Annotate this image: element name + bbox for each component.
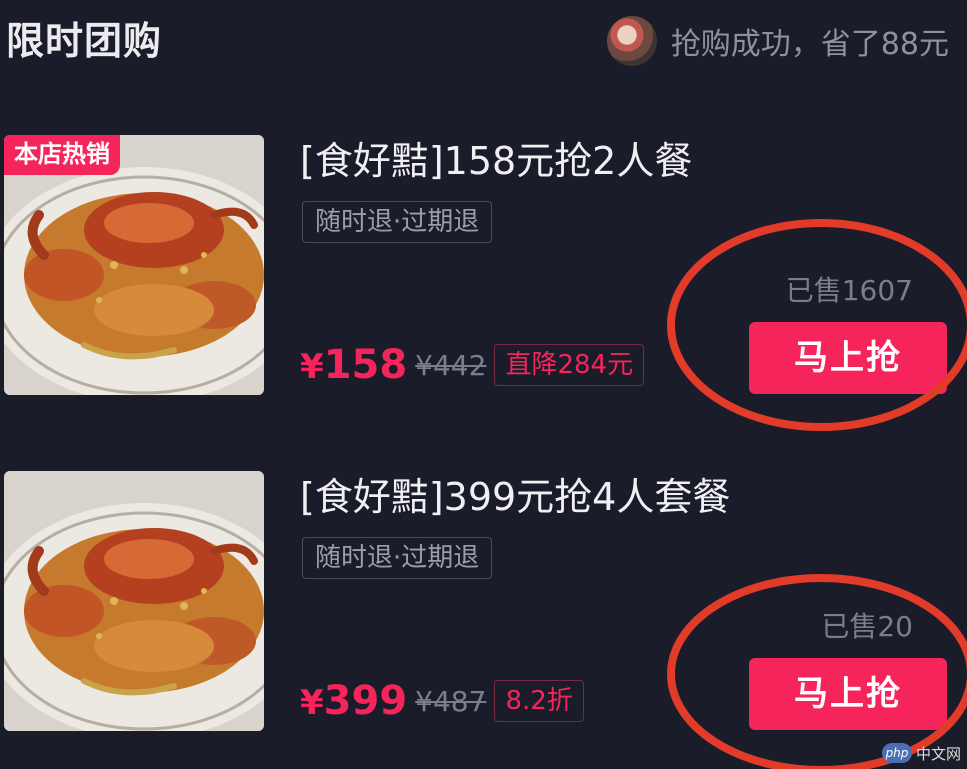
price-row: ¥399 ¥487 8.2折 [300, 675, 584, 727]
current-price: ¥158 [300, 342, 407, 388]
page-title: 限时团购 [6, 19, 163, 63]
product-card[interactable]: [食好黠]399元抢4人套餐 随时退·过期退 ¥399 ¥487 8.2折 已售… [0, 469, 967, 769]
product-card[interactable]: 本店热销 [食好黠]158元抢2人餐 随时退·过期退 ¥158 ¥442 直降2… [0, 133, 967, 431]
current-price: ¥399 [300, 678, 407, 724]
refund-tag: 随时退·过期退 [302, 537, 493, 579]
watermark-logo: php [881, 743, 912, 763]
hot-seller-badge: 本店热销 [4, 135, 120, 175]
currency-symbol: ¥ [300, 347, 324, 387]
price-row: ¥158 ¥442 直降284元 [300, 339, 645, 391]
group-buy-page: 限时团购 抢购成功，省了88元 本店热销 [食好黠]158元抢2人餐 随时退·过… [0, 0, 967, 769]
product-image[interactable]: 本店热销 [4, 135, 264, 395]
buy-now-button[interactable]: 马上抢 [749, 322, 947, 394]
avatar [606, 16, 657, 66]
original-price: ¥487 [415, 684, 487, 718]
product-image[interactable] [4, 471, 264, 731]
price-value: 399 [323, 678, 408, 724]
purchase-success-text: 抢购成功，省了88元 [670, 27, 949, 62]
price-value: 158 [323, 342, 408, 388]
crab-dish-image [4, 471, 264, 731]
currency-symbol: ¥ [300, 683, 324, 723]
purchase-notice: 抢购成功，省了88元 [606, 16, 949, 66]
discount-tag: 直降284元 [494, 344, 645, 386]
original-price: ¥442 [415, 348, 487, 382]
product-title[interactable]: [食好黠]399元抢4人套餐 [300, 471, 730, 523]
watermark-text: 中文网 [915, 744, 961, 763]
watermark: php 中文网 [881, 741, 961, 765]
sold-count: 已售20 [821, 610, 913, 643]
sold-count: 已售1607 [785, 274, 913, 307]
product-title[interactable]: [食好黠]158元抢2人餐 [300, 135, 692, 187]
refund-tag: 随时退·过期退 [302, 201, 493, 243]
discount-tag: 8.2折 [494, 680, 584, 722]
buy-now-button[interactable]: 马上抢 [749, 658, 947, 730]
